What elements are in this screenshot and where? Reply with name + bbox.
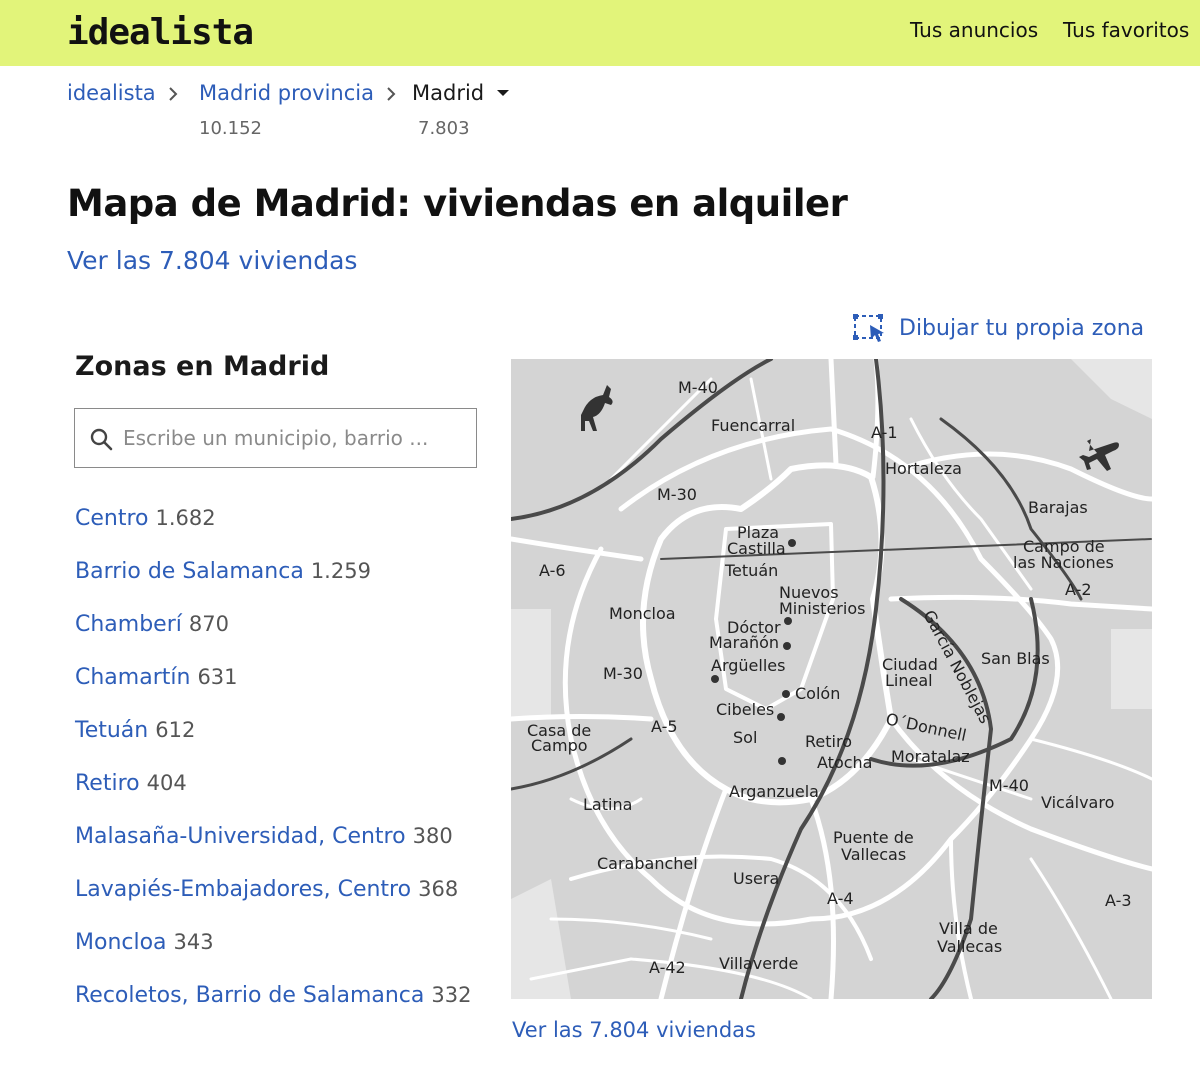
- svg-text:Latina: Latina: [583, 795, 632, 814]
- see-all-listings-link-bottom[interactable]: Ver las 7.804 viviendas: [512, 1018, 756, 1042]
- svg-text:Usera: Usera: [733, 869, 779, 888]
- zone-item-chamberi[interactable]: Chamberí 870: [75, 612, 495, 665]
- svg-text:Vicálvaro: Vicálvaro: [1041, 793, 1114, 812]
- breadcrumb-idealista[interactable]: idealista: [67, 81, 156, 105]
- draw-zone-button[interactable]: Dibujar tu propia zona: [852, 312, 1144, 344]
- zone-name[interactable]: Tetuán: [75, 718, 148, 743]
- svg-text:Vallecas: Vallecas: [937, 937, 1002, 956]
- search-icon: [90, 428, 113, 451]
- zone-item-barrio-de-salamanca[interactable]: Barrio de Salamanca 1.259: [75, 559, 495, 612]
- svg-text:Campo: Campo: [531, 736, 588, 755]
- svg-text:Argüelles: Argüelles: [711, 656, 785, 675]
- svg-text:Arganzuela: Arganzuela: [729, 782, 819, 801]
- svg-text:M-30: M-30: [657, 485, 697, 504]
- zone-search-input[interactable]: [123, 419, 463, 457]
- zone-list: Centro 1.682 Barrio de Salamanca 1.259 C…: [75, 506, 495, 1036]
- svg-text:A-3: A-3: [1105, 891, 1132, 910]
- svg-text:A-5: A-5: [651, 717, 678, 736]
- zones-title: Zonas en Madrid: [75, 351, 330, 382]
- deer-icon: [581, 385, 613, 431]
- svg-text:Castilla: Castilla: [727, 539, 786, 558]
- see-all-listings-link[interactable]: Ver las 7.804 viviendas: [67, 246, 357, 275]
- breadcrumb-madrid[interactable]: Madrid: [412, 81, 484, 105]
- airplane-icon: [1079, 439, 1119, 471]
- zone-count: 368: [418, 877, 459, 901]
- map-canvas[interactable]: M-40 Fuencarral A-1 Hortaleza M-30 Baraj…: [511, 359, 1152, 999]
- zone-item-lavapies-embajadores[interactable]: Lavapiés-Embajadores, Centro 368: [75, 877, 495, 930]
- svg-text:Moncloa: Moncloa: [609, 604, 676, 623]
- zone-item-moncloa[interactable]: Moncloa 343: [75, 930, 495, 983]
- nav-tus-anuncios[interactable]: Tus anuncios: [910, 18, 1038, 42]
- svg-text:Moratalaz: Moratalaz: [891, 747, 970, 766]
- top-bar: idealista Tus anuncios Tus favoritos: [0, 0, 1200, 66]
- svg-text:M-40: M-40: [678, 378, 718, 397]
- zone-item-retiro[interactable]: Retiro 404: [75, 771, 495, 824]
- draw-zone-icon: [853, 314, 884, 342]
- svg-text:M-40: M-40: [989, 776, 1029, 795]
- svg-text:Colón: Colón: [795, 684, 840, 703]
- draw-zone-label: Dibujar tu propia zona: [899, 315, 1145, 341]
- svg-text:A-4: A-4: [827, 889, 854, 908]
- svg-text:Ministerios: Ministerios: [779, 599, 865, 618]
- zone-name[interactable]: Retiro: [75, 771, 140, 796]
- zone-name[interactable]: Barrio de Salamanca: [75, 559, 304, 584]
- svg-text:Vallecas: Vallecas: [841, 845, 906, 864]
- svg-text:Villaverde: Villaverde: [719, 954, 798, 973]
- zone-item-malasana-universidad[interactable]: Malasaña-Universidad, Centro 380: [75, 824, 495, 877]
- svg-text:A-2: A-2: [1065, 580, 1092, 599]
- svg-text:A-42: A-42: [649, 958, 686, 977]
- zone-count: 1.259: [310, 559, 371, 583]
- svg-text:O´Donnell: O´Donnell: [884, 709, 968, 745]
- svg-text:A-1: A-1: [871, 423, 898, 442]
- zone-count: 380: [412, 824, 453, 848]
- nav-tus-favoritos[interactable]: Tus favoritos: [1063, 18, 1189, 42]
- zone-count: 870: [188, 612, 229, 636]
- zone-name[interactable]: Chamberí: [75, 612, 182, 637]
- svg-text:Sol: Sol: [733, 728, 757, 747]
- idealista-logo[interactable]: idealista: [67, 12, 254, 53]
- zone-search-box[interactable]: [74, 408, 477, 468]
- zone-count: 612: [155, 718, 196, 742]
- zone-name[interactable]: Malasaña-Universidad, Centro: [75, 824, 406, 849]
- chevron-right-icon: [387, 87, 396, 101]
- breadcrumb-madrid-provincia[interactable]: Madrid provincia: [199, 81, 374, 105]
- svg-text:Carabanchel: Carabanchel: [597, 854, 698, 873]
- zone-name[interactable]: Chamartín: [75, 665, 190, 690]
- svg-text:Fuencarral: Fuencarral: [711, 416, 795, 435]
- svg-text:Villa de: Villa de: [939, 919, 998, 938]
- zone-count: 404: [146, 771, 187, 795]
- page-title: Mapa de Madrid: viviendas en alquiler: [67, 182, 848, 225]
- svg-text:San Blas: San Blas: [981, 649, 1050, 668]
- svg-text:Barajas: Barajas: [1028, 498, 1088, 517]
- svg-text:M-30: M-30: [603, 664, 643, 683]
- svg-text:Tetuán: Tetuán: [724, 561, 778, 580]
- zone-count: 1.682: [155, 506, 216, 530]
- zone-count: 631: [197, 665, 238, 689]
- breadcrumb-count-provincia: 10.152: [199, 118, 262, 139]
- svg-text:Cibeles: Cibeles: [716, 700, 774, 719]
- zone-item-tetuan[interactable]: Tetuán 612: [75, 718, 495, 771]
- caret-down-icon[interactable]: [497, 90, 509, 96]
- zone-name[interactable]: Lavapiés-Embajadores, Centro: [75, 877, 411, 902]
- svg-text:Retiro: Retiro: [805, 732, 852, 751]
- zone-name[interactable]: Centro: [75, 506, 149, 531]
- svg-text:Marañón: Marañón: [709, 633, 779, 652]
- svg-text:Atocha: Atocha: [817, 753, 872, 772]
- svg-text:A-6: A-6: [539, 561, 566, 580]
- zone-name[interactable]: Moncloa: [75, 930, 167, 955]
- breadcrumb-count-madrid: 7.803: [418, 118, 470, 139]
- zone-item-recoletos[interactable]: Recoletos, Barrio de Salamanca 332: [75, 983, 495, 1036]
- zone-count: 343: [173, 930, 214, 954]
- zone-count: 332: [431, 983, 472, 1007]
- madrid-map[interactable]: M-40 Fuencarral A-1 Hortaleza M-30 Baraj…: [511, 359, 1152, 999]
- zone-name[interactable]: Recoletos, Barrio de Salamanca: [75, 983, 424, 1008]
- svg-text:las Naciones: las Naciones: [1013, 553, 1114, 572]
- svg-text:Hortaleza: Hortaleza: [885, 459, 962, 478]
- svg-text:Lineal: Lineal: [885, 671, 933, 690]
- zone-item-centro[interactable]: Centro 1.682: [75, 506, 495, 559]
- chevron-right-icon: [169, 87, 178, 101]
- zone-item-chamartin[interactable]: Chamartín 631: [75, 665, 495, 718]
